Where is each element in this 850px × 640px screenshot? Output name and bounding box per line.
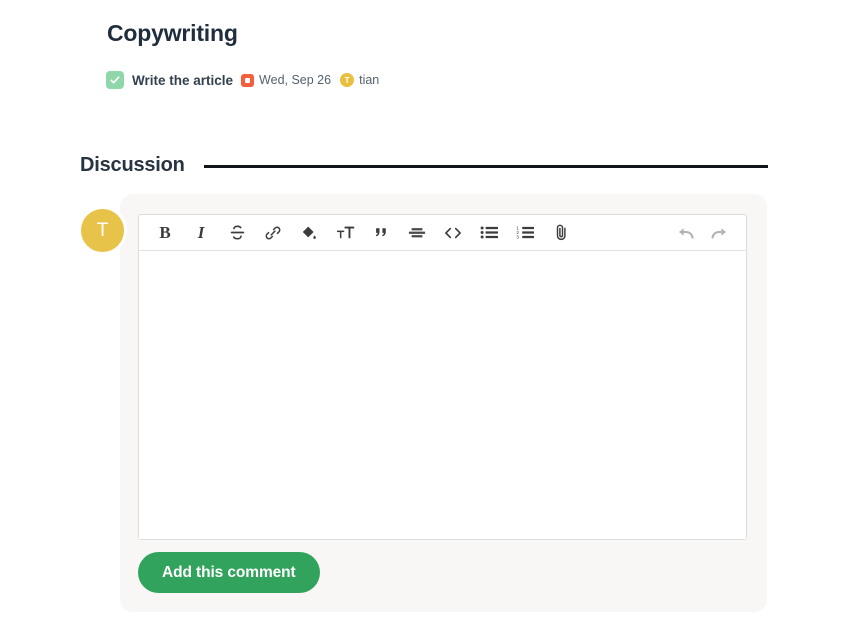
task-due-date-label: Wed, Sep 26 <box>259 73 332 87</box>
task-assignee[interactable]: T tian <box>340 73 379 87</box>
link-icon[interactable] <box>255 218 291 248</box>
align-center-icon[interactable] <box>399 218 435 248</box>
undo-icon[interactable] <box>668 218 702 248</box>
discussion-header: Discussion <box>80 154 768 177</box>
avatar: T <box>78 206 127 255</box>
numbered-list-icon[interactable]: 1 2 3 <box>507 218 543 248</box>
italic-icon[interactable]: I <box>183 218 219 248</box>
task-assignee-label: tian <box>359 73 380 87</box>
attachment-icon[interactable] <box>543 218 579 248</box>
bold-icon[interactable]: B <box>147 218 183 248</box>
task-name[interactable]: Write the article <box>132 73 233 88</box>
blockquote-icon[interactable] <box>363 218 399 248</box>
fill-color-icon[interactable] <box>291 218 327 248</box>
task-checkbox[interactable] <box>106 71 124 89</box>
strikethrough-icon[interactable] <box>219 218 255 248</box>
comment-editor: B I 1 2 3 <box>138 214 747 540</box>
discussion-title: Discussion <box>80 154 185 176</box>
editor-toolbar: B I 1 2 3 <box>139 215 746 251</box>
calendar-icon <box>241 73 255 87</box>
code-icon[interactable] <box>435 218 471 248</box>
text-size-icon[interactable] <box>327 218 363 248</box>
avatar: T <box>340 73 355 87</box>
task-due-date[interactable]: Wed, Sep 26 <box>241 73 331 87</box>
redo-icon[interactable] <box>702 218 736 248</box>
svg-text:3: 3 <box>516 235 519 240</box>
comment-input[interactable] <box>139 251 746 539</box>
divider <box>203 165 768 168</box>
task-row[interactable]: Write the article Wed, Sep 26 T tian <box>106 69 379 91</box>
bulleted-list-icon[interactable] <box>471 218 507 248</box>
add-comment-button[interactable]: Add this comment <box>138 552 320 593</box>
check-icon <box>109 74 121 86</box>
page-title: Copywriting <box>107 20 238 46</box>
